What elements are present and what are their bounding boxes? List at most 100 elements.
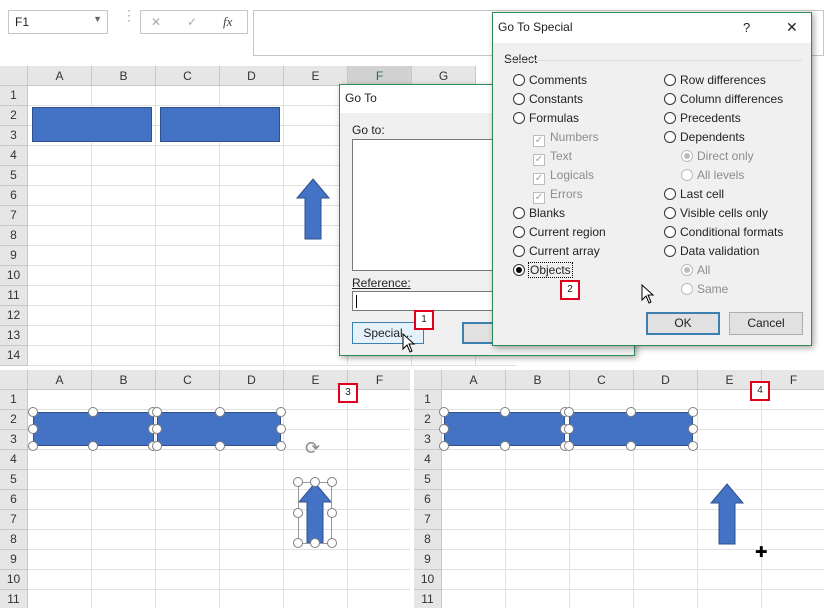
top-row-header-4[interactable]: 4 — [0, 146, 28, 166]
enter-icon[interactable]: ✓ — [187, 15, 197, 29]
top-row-header-6[interactable]: 6 — [0, 186, 28, 206]
top-column-header-b[interactable]: B — [92, 66, 156, 86]
top-row-header-8[interactable]: 8 — [0, 226, 28, 246]
resize-handle[interactable] — [500, 441, 510, 451]
name-box[interactable]: F1 ▼ — [8, 10, 108, 34]
top-select-all-corner[interactable] — [0, 66, 28, 86]
top-row-header-12[interactable]: 12 — [0, 306, 28, 326]
br-column-header-a[interactable]: A — [442, 370, 506, 390]
option-current-region[interactable]: Current region — [513, 223, 606, 241]
option-objects[interactable]: Objects — [513, 261, 573, 279]
resize-handle[interactable] — [564, 424, 574, 434]
option-direct-only[interactable]: Direct only — [681, 147, 754, 165]
resize-handle[interactable] — [564, 441, 574, 451]
option-conditional-formats[interactable]: Conditional formats — [664, 223, 783, 241]
resize-handle[interactable] — [88, 441, 98, 451]
option-text[interactable]: ✓ Text — [533, 147, 572, 166]
option-column-differences[interactable]: Column differences — [664, 90, 783, 108]
option-precedents[interactable]: Precedents — [664, 109, 741, 127]
option-blanks[interactable]: Blanks — [513, 204, 565, 222]
resize-handle[interactable] — [688, 441, 698, 451]
resize-handle[interactable] — [276, 424, 286, 434]
br-column-header-d[interactable]: D — [634, 370, 698, 390]
top-column-header-f[interactable]: F — [348, 66, 412, 86]
resize-handle[interactable] — [500, 407, 510, 417]
help-icon[interactable]: ? — [743, 20, 750, 35]
br-row-header-10[interactable]: 10 — [414, 570, 442, 590]
top-row-header-5[interactable]: 5 — [0, 166, 28, 186]
option-same[interactable]: Same — [681, 280, 728, 298]
top-row-header-9[interactable]: 9 — [0, 246, 28, 266]
option-errors[interactable]: ✓ Errors — [533, 185, 583, 204]
bl-row-header-1[interactable]: 1 — [0, 390, 28, 410]
br-row-header-5[interactable]: 5 — [414, 470, 442, 490]
resize-handle[interactable] — [439, 441, 449, 451]
resize-handle[interactable] — [152, 441, 162, 451]
resize-handle[interactable] — [564, 407, 574, 417]
top-column-header-g[interactable]: G — [412, 66, 476, 86]
br-row-header-9[interactable]: 9 — [414, 550, 442, 570]
br-row-header-3[interactable]: 3 — [414, 430, 442, 450]
top-row-header-11[interactable]: 11 — [0, 286, 28, 306]
option-constants[interactable]: Constants — [513, 90, 583, 108]
top-row-header-14[interactable]: 14 — [0, 346, 28, 366]
top-column-header-c[interactable]: C — [156, 66, 220, 86]
top-row-header-13[interactable]: 13 — [0, 326, 28, 346]
resize-handle[interactable] — [688, 407, 698, 417]
bl-select-all-corner[interactable] — [0, 370, 28, 390]
br-row-header-2[interactable]: 2 — [414, 410, 442, 430]
resize-handle[interactable] — [626, 407, 636, 417]
bl-row-header-8[interactable]: 8 — [0, 530, 28, 550]
bl-row-header-5[interactable]: 5 — [0, 470, 28, 490]
resize-handle[interactable] — [626, 441, 636, 451]
top-column-header-e[interactable]: E — [284, 66, 348, 86]
resize-handle[interactable] — [88, 407, 98, 417]
resize-handle[interactable] — [293, 538, 303, 548]
rotate-handle-icon[interactable]: ⟳ — [305, 438, 320, 459]
bl-row-header-6[interactable]: 6 — [0, 490, 28, 510]
br-column-header-f[interactable]: F — [762, 370, 824, 390]
resize-handle[interactable] — [439, 407, 449, 417]
top-row-header-7[interactable]: 7 — [0, 206, 28, 226]
resize-handle[interactable] — [327, 538, 337, 548]
bl-row-header-4[interactable]: 4 — [0, 450, 28, 470]
top-row-header-10[interactable]: 10 — [0, 266, 28, 286]
br-row-header-7[interactable]: 7 — [414, 510, 442, 530]
bl-column-header-d[interactable]: D — [220, 370, 284, 390]
br-row-header-11[interactable]: 11 — [414, 590, 442, 608]
option-numbers[interactable]: ✓ Numbers — [533, 128, 599, 147]
option-logicals[interactable]: ✓ Logicals — [533, 166, 594, 185]
resize-handle[interactable] — [276, 407, 286, 417]
top-row-header-3[interactable]: 3 — [0, 126, 28, 146]
resize-handle[interactable] — [293, 477, 303, 487]
option-last-cell[interactable]: Last cell — [664, 185, 724, 203]
rectangle-shape-2[interactable] — [160, 107, 280, 142]
top-column-header-d[interactable]: D — [220, 66, 284, 86]
resize-handle[interactable] — [688, 424, 698, 434]
resize-handle[interactable] — [152, 424, 162, 434]
top-row-header-2[interactable]: 2 — [0, 106, 28, 126]
option-current-array[interactable]: Current array — [513, 242, 600, 260]
option-visible-cells-only[interactable]: Visible cells only — [664, 204, 768, 222]
resize-handle[interactable] — [310, 477, 320, 487]
bl-row-header-7[interactable]: 7 — [0, 510, 28, 530]
up-arrow-shape[interactable] — [710, 483, 744, 545]
close-icon[interactable]: ✕ — [786, 19, 798, 36]
resize-handle[interactable] — [28, 407, 38, 417]
option-formulas[interactable]: Formulas — [513, 109, 579, 127]
ok-button[interactable]: OK — [646, 312, 720, 335]
resize-handle[interactable] — [276, 441, 286, 451]
bl-row-header-3[interactable]: 3 — [0, 430, 28, 450]
resize-handle[interactable] — [327, 477, 337, 487]
br-row-header-4[interactable]: 4 — [414, 450, 442, 470]
br-row-header-8[interactable]: 8 — [414, 530, 442, 550]
br-row-header-1[interactable]: 1 — [414, 390, 442, 410]
bl-row-header-9[interactable]: 9 — [0, 550, 28, 570]
resize-handle[interactable] — [215, 441, 225, 451]
top-column-header-a[interactable]: A — [28, 66, 92, 86]
up-arrow-shape[interactable] — [296, 178, 330, 240]
bl-row-header-11[interactable]: 11 — [0, 590, 28, 608]
br-row-header-6[interactable]: 6 — [414, 490, 442, 510]
resize-handle[interactable] — [28, 441, 38, 451]
option-row-differences[interactable]: Row differences — [664, 71, 766, 89]
